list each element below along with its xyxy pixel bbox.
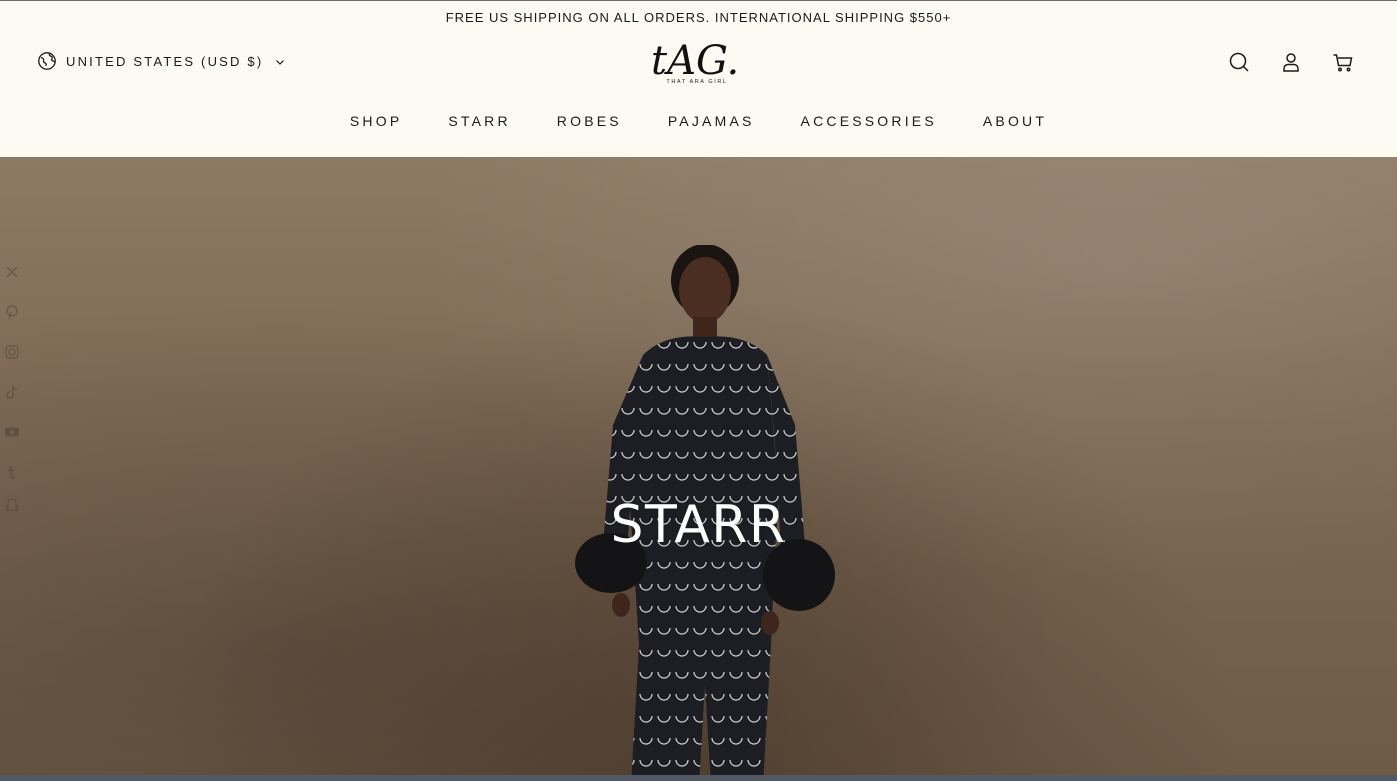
youtube-social-link[interactable] — [4, 424, 20, 440]
nav-item-starr[interactable]: STARR — [448, 108, 510, 134]
bottom-strip — [0, 775, 1397, 781]
x-social-link[interactable] — [4, 264, 20, 280]
nav-item-about[interactable]: ABOUT — [983, 108, 1047, 134]
cart-button[interactable] — [1331, 50, 1355, 74]
tiktok-icon — [6, 385, 18, 399]
tiktok-social-link[interactable] — [4, 384, 20, 400]
currency-label: UNITED STATES (USD $) — [66, 53, 264, 69]
search-button[interactable] — [1227, 50, 1251, 74]
nav-item-pajamas[interactable]: PAJAMAS — [668, 108, 755, 134]
x-icon — [6, 266, 18, 278]
logo-text: tAG. — [651, 38, 739, 80]
account-button[interactable] — [1279, 50, 1303, 74]
pinterest-icon — [6, 305, 18, 320]
hero-banner[interactable]: STARR — [0, 157, 1397, 775]
youtube-icon — [5, 427, 19, 437]
brand-logo[interactable]: tAG. THAT ARA GIRL — [648, 36, 746, 90]
pinterest-social-link[interactable] — [4, 304, 20, 320]
announcement-text: FREE US SHIPPING ON ALL ORDERS. INTERNAT… — [445, 9, 952, 25]
snapchat-social-link[interactable] — [4, 497, 20, 513]
instagram-social-link[interactable] — [4, 344, 20, 360]
currency-selector[interactable]: UNITED STATES (USD $) — [37, 50, 285, 72]
user-icon — [1283, 53, 1299, 72]
main-nav: SHOP STARR ROBES PAJAMAS ACCESSORIES ABO… — [0, 108, 1397, 134]
instagram-icon — [5, 345, 19, 359]
hero-title: STARR — [610, 495, 787, 555]
nav-item-shop[interactable]: SHOP — [350, 108, 402, 134]
globe-icon — [38, 52, 56, 70]
chevron-down-icon — [276, 60, 285, 65]
cart-icon — [1333, 54, 1353, 72]
tumblr-icon — [8, 466, 16, 479]
search-icon — [1229, 52, 1249, 72]
logo-subtext: THAT ARA GIRL — [666, 79, 728, 85]
snapchat-icon — [4, 498, 20, 511]
nav-item-accessories[interactable]: ACCESSORIES — [801, 108, 937, 134]
announcement-bar: FREE US SHIPPING ON ALL ORDERS. INTERNAT… — [0, 1, 1397, 33]
nav-item-robes[interactable]: ROBES — [557, 108, 622, 134]
logo-mark: tAG. — [651, 38, 739, 84]
tumblr-social-link[interactable] — [4, 464, 20, 480]
